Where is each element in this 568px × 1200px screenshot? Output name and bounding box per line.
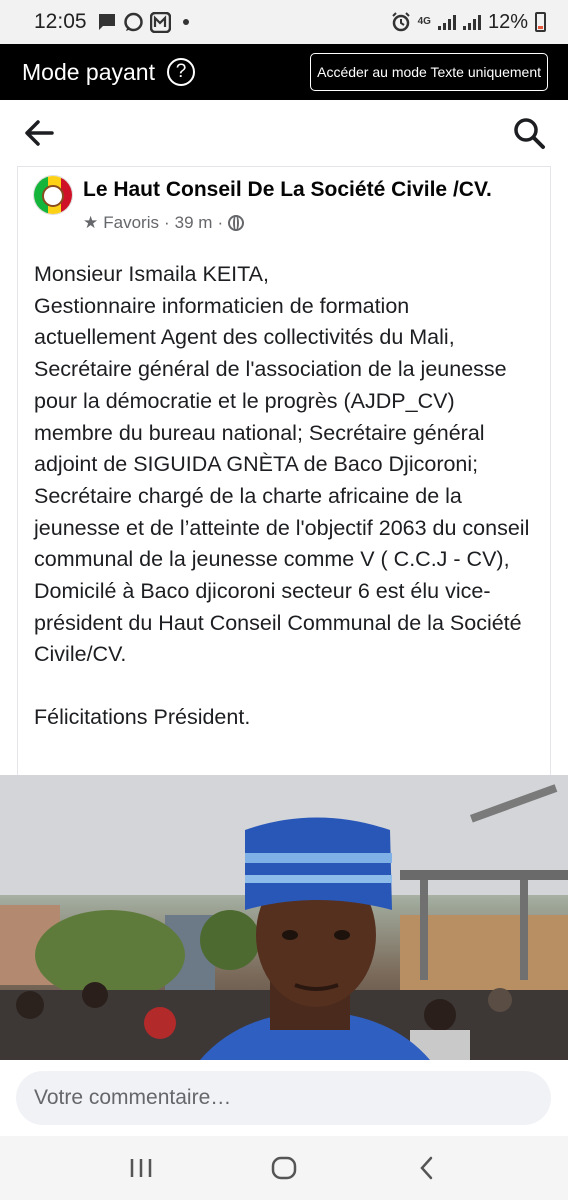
post-text: Monsieur Ismaila KEITA, Gestionnaire inf… bbox=[34, 262, 530, 667]
whatsapp-icon bbox=[123, 12, 143, 31]
home-icon[interactable] bbox=[264, 1148, 304, 1188]
search-icon[interactable] bbox=[512, 116, 546, 150]
text-only-mode-button[interactable]: Accéder au mode Texte uniquement bbox=[310, 53, 548, 91]
page-avatar[interactable] bbox=[33, 175, 73, 215]
mode-bar: Mode payant ? Accéder au mode Texte uniq… bbox=[0, 44, 568, 100]
globe-icon bbox=[228, 215, 245, 231]
battery-percent: 12% bbox=[487, 10, 528, 33]
mode-title: Mode payant bbox=[22, 58, 155, 85]
notification-dot bbox=[182, 19, 189, 25]
post-body: Monsieur Ismaila KEITA, Gestionnaire inf… bbox=[18, 233, 550, 734]
post-closing: Félicitations Président. bbox=[34, 705, 251, 730]
post-photo[interactable] bbox=[0, 775, 568, 1060]
post-time[interactable]: 39 m bbox=[175, 213, 213, 233]
notification-icons bbox=[97, 11, 189, 33]
message-icon bbox=[98, 14, 115, 30]
signal-icon bbox=[437, 14, 456, 30]
page-name-link[interactable]: Le Haut Conseil De La Société Civile /CV… bbox=[83, 173, 492, 203]
recent-apps-icon[interactable] bbox=[121, 1148, 161, 1188]
status-time: 12:05 bbox=[34, 10, 87, 33]
status-bar: 12:05 4G 12% bbox=[0, 0, 568, 44]
top-nav-bar bbox=[0, 100, 568, 166]
alarm-icon bbox=[391, 12, 410, 32]
comment-input[interactable] bbox=[16, 1071, 551, 1125]
system-icons: 4G 12% bbox=[391, 11, 546, 34]
post-meta: ★ Favoris · 39 m · bbox=[83, 213, 492, 233]
post-header: Le Haut Conseil De La Société Civile /CV… bbox=[18, 167, 550, 233]
gallery-icon bbox=[149, 11, 171, 33]
star-icon: ★ bbox=[83, 213, 99, 232]
signal-icon-2 bbox=[462, 14, 481, 30]
help-icon[interactable]: ? bbox=[166, 58, 195, 86]
comment-bar bbox=[0, 1060, 568, 1136]
favorites-label: Favoris bbox=[103, 213, 159, 232]
back-arrow-icon[interactable] bbox=[22, 116, 56, 150]
meta-separator-2: · bbox=[217, 213, 224, 232]
network-type: 4G bbox=[417, 16, 431, 27]
photo-scene bbox=[0, 775, 568, 1060]
meta-separator: · bbox=[163, 213, 170, 232]
android-navigation-bar bbox=[0, 1136, 568, 1200]
post-card: Le Haut Conseil De La Société Civile /CV… bbox=[17, 166, 551, 775]
back-icon[interactable] bbox=[407, 1148, 447, 1188]
battery-icon bbox=[535, 12, 546, 32]
